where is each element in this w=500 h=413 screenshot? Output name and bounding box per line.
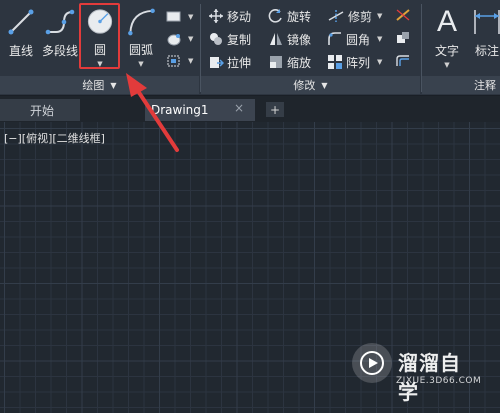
draw-group: 直线 多段线 圆 ▼ 圆弧 ▼ ▼ ▼ ▼ 绘图 ▼ (0, 0, 199, 95)
dimension-tool-button[interactable]: 标注 (468, 4, 500, 68)
chevron-down-icon[interactable]: ▼ (377, 35, 382, 43)
dimension-tool-label: 标注 (474, 44, 499, 58)
rotate-icon (268, 9, 282, 23)
explode-icon[interactable] (395, 31, 411, 45)
polyline-tool-button[interactable]: 多段线 (41, 4, 79, 68)
hatch-icon[interactable] (166, 32, 182, 46)
chevron-down-icon[interactable]: ▼ (138, 60, 143, 68)
chevron-down-icon[interactable]: ▼ (377, 12, 382, 20)
viewport-controls[interactable]: [−][俯视][二维线框] (4, 130, 105, 146)
scale-icon (270, 56, 282, 68)
line-tool-label: 直线 (8, 44, 33, 58)
play-logo-icon (352, 343, 392, 383)
dimension-icon (474, 10, 500, 34)
drawing-canvas[interactable]: [−][俯视][二维线框] 溜溜自学 ZIXUE.3D66.COM (0, 122, 500, 413)
copy-tool-label: 复制 (227, 32, 252, 47)
arc-tool-button[interactable]: 圆弧 ▼ (122, 4, 160, 68)
polyline-tool-label: 多段线 (41, 44, 78, 58)
move-icon (209, 9, 223, 23)
modify-group-footer[interactable]: 修改 ▼ (201, 76, 420, 94)
mirror-icon (270, 33, 282, 45)
stretch-tool-label: 拉伸 (227, 55, 252, 70)
tab-drawing1-label: Drawing1 (151, 103, 209, 117)
scale-tool-label: 缩放 (287, 55, 312, 70)
rectangle-icon[interactable] (166, 10, 182, 24)
arc-tool-label: 圆弧 (128, 43, 153, 57)
mirror-tool-label: 镜像 (287, 32, 312, 47)
file-tab-bar: 开始 Drawing1 × + (0, 96, 500, 122)
chevron-down-icon[interactable]: ▼ (188, 13, 193, 21)
tab-start-label: 开始 (30, 103, 55, 118)
text-icon: A (436, 5, 457, 38)
rotate-tool-label: 旋转 (287, 9, 312, 24)
rotate-tool-button[interactable]: 旋转 (268, 7, 311, 25)
chevron-down-icon: ▼ (110, 80, 117, 90)
copy-icon (210, 33, 222, 45)
copy-tool-button[interactable]: 复制 (208, 30, 251, 48)
close-icon[interactable]: × (234, 101, 244, 115)
offset-icon[interactable] (395, 54, 411, 68)
line-tool-button[interactable]: 直线 (2, 4, 40, 68)
trim-icon (328, 10, 344, 22)
polyline-icon (45, 9, 75, 35)
arc-icon (128, 8, 155, 36)
annotation-group-footer[interactable]: 注释 (422, 76, 500, 94)
erase-icon[interactable] (395, 8, 411, 22)
chevron-down-icon[interactable]: ▼ (188, 35, 193, 43)
draw-group-footer[interactable]: 绘图 ▼ (0, 76, 199, 94)
scale-tool-button[interactable]: 缩放 (268, 53, 311, 71)
boundary-icon[interactable] (166, 54, 182, 68)
line-icon (8, 9, 34, 35)
annotation-group-title: 注释 (474, 79, 496, 92)
circle-tool-highlight (79, 3, 120, 69)
draw-group-title: 绘图 (82, 79, 105, 92)
modify-group-title: 修改 (293, 79, 316, 92)
chevron-down-icon: ▼ (321, 80, 328, 90)
array-tool-label: 阵列 (346, 55, 371, 70)
new-tab-button[interactable]: + (266, 102, 284, 117)
fillet-icon (328, 32, 341, 45)
chevron-down-icon[interactable]: ▼ (377, 58, 382, 66)
trim-tool-label: 修剪 (348, 9, 373, 24)
stretch-icon (210, 57, 224, 68)
text-tool-label: 文字 (434, 44, 459, 58)
fillet-tool-label: 圆角 (346, 32, 371, 47)
trim-tool-button[interactable]: 修剪 (327, 7, 372, 25)
fillet-tool-button[interactable]: 圆角 (327, 30, 370, 48)
chevron-down-icon[interactable]: ▼ (444, 61, 449, 69)
stretch-tool-button[interactable]: 拉伸 (208, 53, 251, 71)
tab-start[interactable]: 开始 (0, 99, 80, 121)
move-tool-button[interactable]: 移动 (208, 7, 251, 25)
chevron-down-icon[interactable]: ▼ (188, 57, 193, 65)
move-tool-label: 移动 (227, 9, 252, 24)
array-tool-button[interactable]: 阵列 (327, 53, 370, 71)
watermark: 溜溜自学 ZIXUE.3D66.COM (352, 343, 481, 404)
ribbon: 直线 多段线 圆 ▼ 圆弧 ▼ ▼ ▼ ▼ 绘图 ▼ 移动 旋转 修剪 ▼ 复制… (0, 0, 500, 96)
text-tool-button[interactable]: A 文字 ▼ (428, 4, 466, 70)
watermark-url: ZIXUE.3D66.COM (396, 376, 482, 386)
array-icon (328, 55, 342, 69)
modify-group: 移动 旋转 修剪 ▼ 复制 镜像 圆角 ▼ 拉伸 缩放 阵列 ▼ 修改 ▼ (201, 0, 420, 95)
annotation-group: A 文字 ▼ 标注 注释 (422, 0, 500, 95)
mirror-tool-button[interactable]: 镜像 (268, 30, 311, 48)
